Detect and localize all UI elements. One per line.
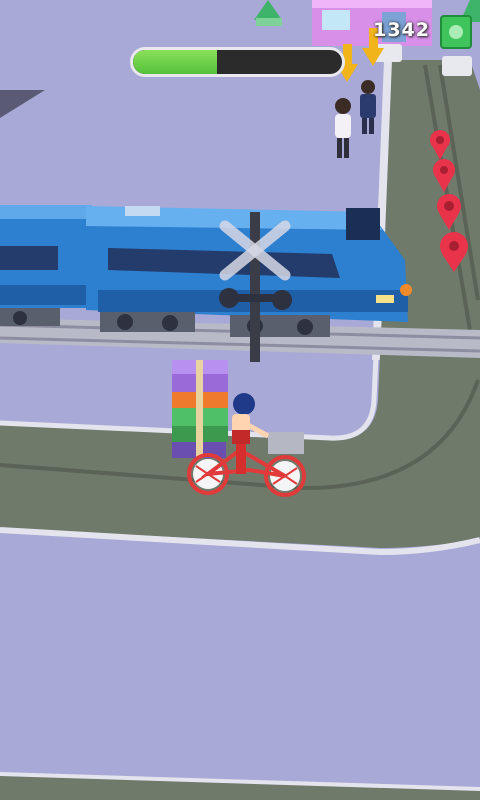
tree-base [256, 18, 282, 26]
delivery-progress-fill [133, 50, 217, 74]
cash-icon [440, 15, 472, 49]
money-counter: 1342 [373, 19, 430, 41]
package-stack [172, 360, 228, 458]
delivery-progress-bar [130, 47, 345, 77]
game-scene [0, 0, 480, 800]
delivery-van [442, 56, 472, 76]
